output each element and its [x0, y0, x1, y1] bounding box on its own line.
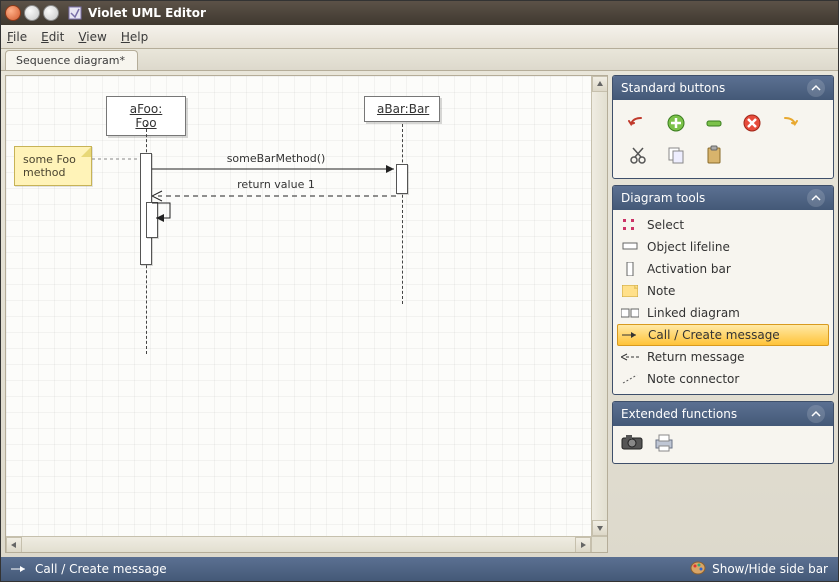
tool-linked-diagram[interactable]: Linked diagram — [613, 302, 833, 324]
work-area: aFoo: Foo aBar:Bar some Foo method someB… — [1, 71, 838, 557]
note-connector — [92, 156, 140, 162]
add-button[interactable] — [659, 108, 693, 138]
tool-list: Select Object lifeline Activation bar No… — [613, 210, 833, 394]
diagram-canvas[interactable]: aFoo: Foo aBar:Bar some Foo method someB… — [5, 75, 608, 553]
tool-label: Select — [647, 218, 684, 232]
panel-header-tools[interactable]: Diagram tools — [613, 186, 833, 210]
tool-label: Activation bar — [647, 262, 731, 276]
delete-button[interactable] — [735, 108, 769, 138]
undo-button[interactable] — [621, 108, 655, 138]
note-connector-icon — [621, 372, 639, 386]
cut-button[interactable] — [621, 140, 655, 170]
panel-title-standard: Standard buttons — [621, 81, 725, 95]
return-message-arrow[interactable] — [152, 190, 400, 202]
scroll-corner — [591, 536, 607, 552]
tool-select[interactable]: Select — [613, 214, 833, 236]
note-fold-icon — [81, 147, 91, 157]
lifeline-icon — [621, 240, 639, 254]
status-bar: Call / Create message Show/Hide side bar — [1, 557, 838, 581]
select-icon — [621, 218, 639, 232]
panel-header-extended[interactable]: Extended functions — [613, 402, 833, 426]
menu-view[interactable]: View — [78, 30, 106, 44]
tool-object-lifeline[interactable]: Object lifeline — [613, 236, 833, 258]
panel-extended-functions: Extended functions — [612, 401, 834, 464]
menu-edit[interactable]: Edit — [41, 30, 64, 44]
collapse-icon[interactable] — [807, 405, 825, 423]
tool-return-message[interactable]: Return message — [613, 346, 833, 368]
status-tool-icon — [11, 563, 27, 575]
tool-label: Call / Create message — [648, 328, 780, 342]
collapse-icon[interactable] — [807, 189, 825, 207]
status-left-text: Call / Create message — [35, 562, 167, 576]
panel-diagram-tools: Diagram tools Select Object lifeline A — [612, 185, 834, 395]
return-message-icon — [621, 350, 639, 364]
menu-bar: FFileile Edit View Help — [1, 25, 838, 49]
tool-label: Return message — [647, 350, 745, 364]
collapse-icon[interactable] — [807, 79, 825, 97]
activation-icon — [621, 262, 639, 276]
menu-help[interactable]: Help — [121, 30, 148, 44]
paste-button[interactable] — [697, 140, 731, 170]
tab-sequence-diagram[interactable]: Sequence diagram* — [5, 50, 138, 70]
scroll-up-button[interactable] — [592, 76, 608, 92]
lifeline-abar-line — [402, 124, 403, 304]
canvas-grid — [6, 76, 607, 552]
vertical-scrollbar[interactable] — [591, 76, 607, 536]
menu-file[interactable]: FFileile — [7, 30, 27, 44]
note-icon — [621, 284, 639, 298]
tool-call-create-message[interactable]: Call / Create message — [617, 324, 829, 346]
scroll-right-button[interactable] — [575, 537, 591, 553]
tool-label: Note — [647, 284, 675, 298]
panel-header-standard[interactable]: Standard buttons — [613, 76, 833, 100]
remove-button[interactable] — [697, 108, 731, 138]
toggle-sidebar-link[interactable]: Show/Hide side bar — [712, 562, 828, 576]
panel-title-extended: Extended functions — [621, 407, 737, 421]
tool-note[interactable]: Note — [613, 280, 833, 302]
panel-standard-buttons: Standard buttons — [612, 75, 834, 179]
redo-button[interactable] — [773, 108, 807, 138]
tab-strip: Sequence diagram* — [1, 49, 838, 71]
window-title: Violet UML Editor — [88, 6, 206, 20]
call-message-label: someBarMethod() — [186, 152, 366, 165]
scroll-left-button[interactable] — [6, 537, 22, 553]
window-minimize-button[interactable] — [24, 5, 40, 21]
app-icon — [68, 6, 82, 20]
camera-button[interactable] — [621, 434, 643, 455]
title-bar: Violet UML Editor — [1, 1, 838, 25]
tool-label: Linked diagram — [647, 306, 740, 320]
scroll-down-button[interactable] — [592, 520, 608, 536]
sidebar: Standard buttons — [612, 75, 834, 553]
note-text: some Foo method — [23, 153, 76, 179]
horizontal-scrollbar[interactable] — [6, 536, 591, 552]
self-call-arrow[interactable] — [152, 200, 178, 224]
tool-note-connector[interactable]: Note connector — [613, 368, 833, 390]
diagram-note[interactable]: some Foo method — [14, 146, 92, 186]
palette-icon — [690, 561, 706, 578]
panel-title-tools: Diagram tools — [621, 191, 705, 205]
call-message-arrow[interactable] — [152, 164, 400, 174]
tool-activation-bar[interactable]: Activation bar — [613, 258, 833, 280]
window-close-button[interactable] — [5, 5, 21, 21]
return-message-label: return value 1 — [196, 178, 356, 191]
tool-label: Note connector — [647, 372, 739, 386]
window-maximize-button[interactable] — [43, 5, 59, 21]
call-message-icon — [622, 328, 640, 342]
linked-diagram-icon — [621, 306, 639, 320]
tool-label: Object lifeline — [647, 240, 730, 254]
lifeline-abar-header[interactable]: aBar:Bar — [364, 96, 440, 122]
print-button[interactable] — [653, 434, 675, 455]
copy-button[interactable] — [659, 140, 693, 170]
app-window: Violet UML Editor FFileile Edit View Hel… — [0, 0, 839, 582]
